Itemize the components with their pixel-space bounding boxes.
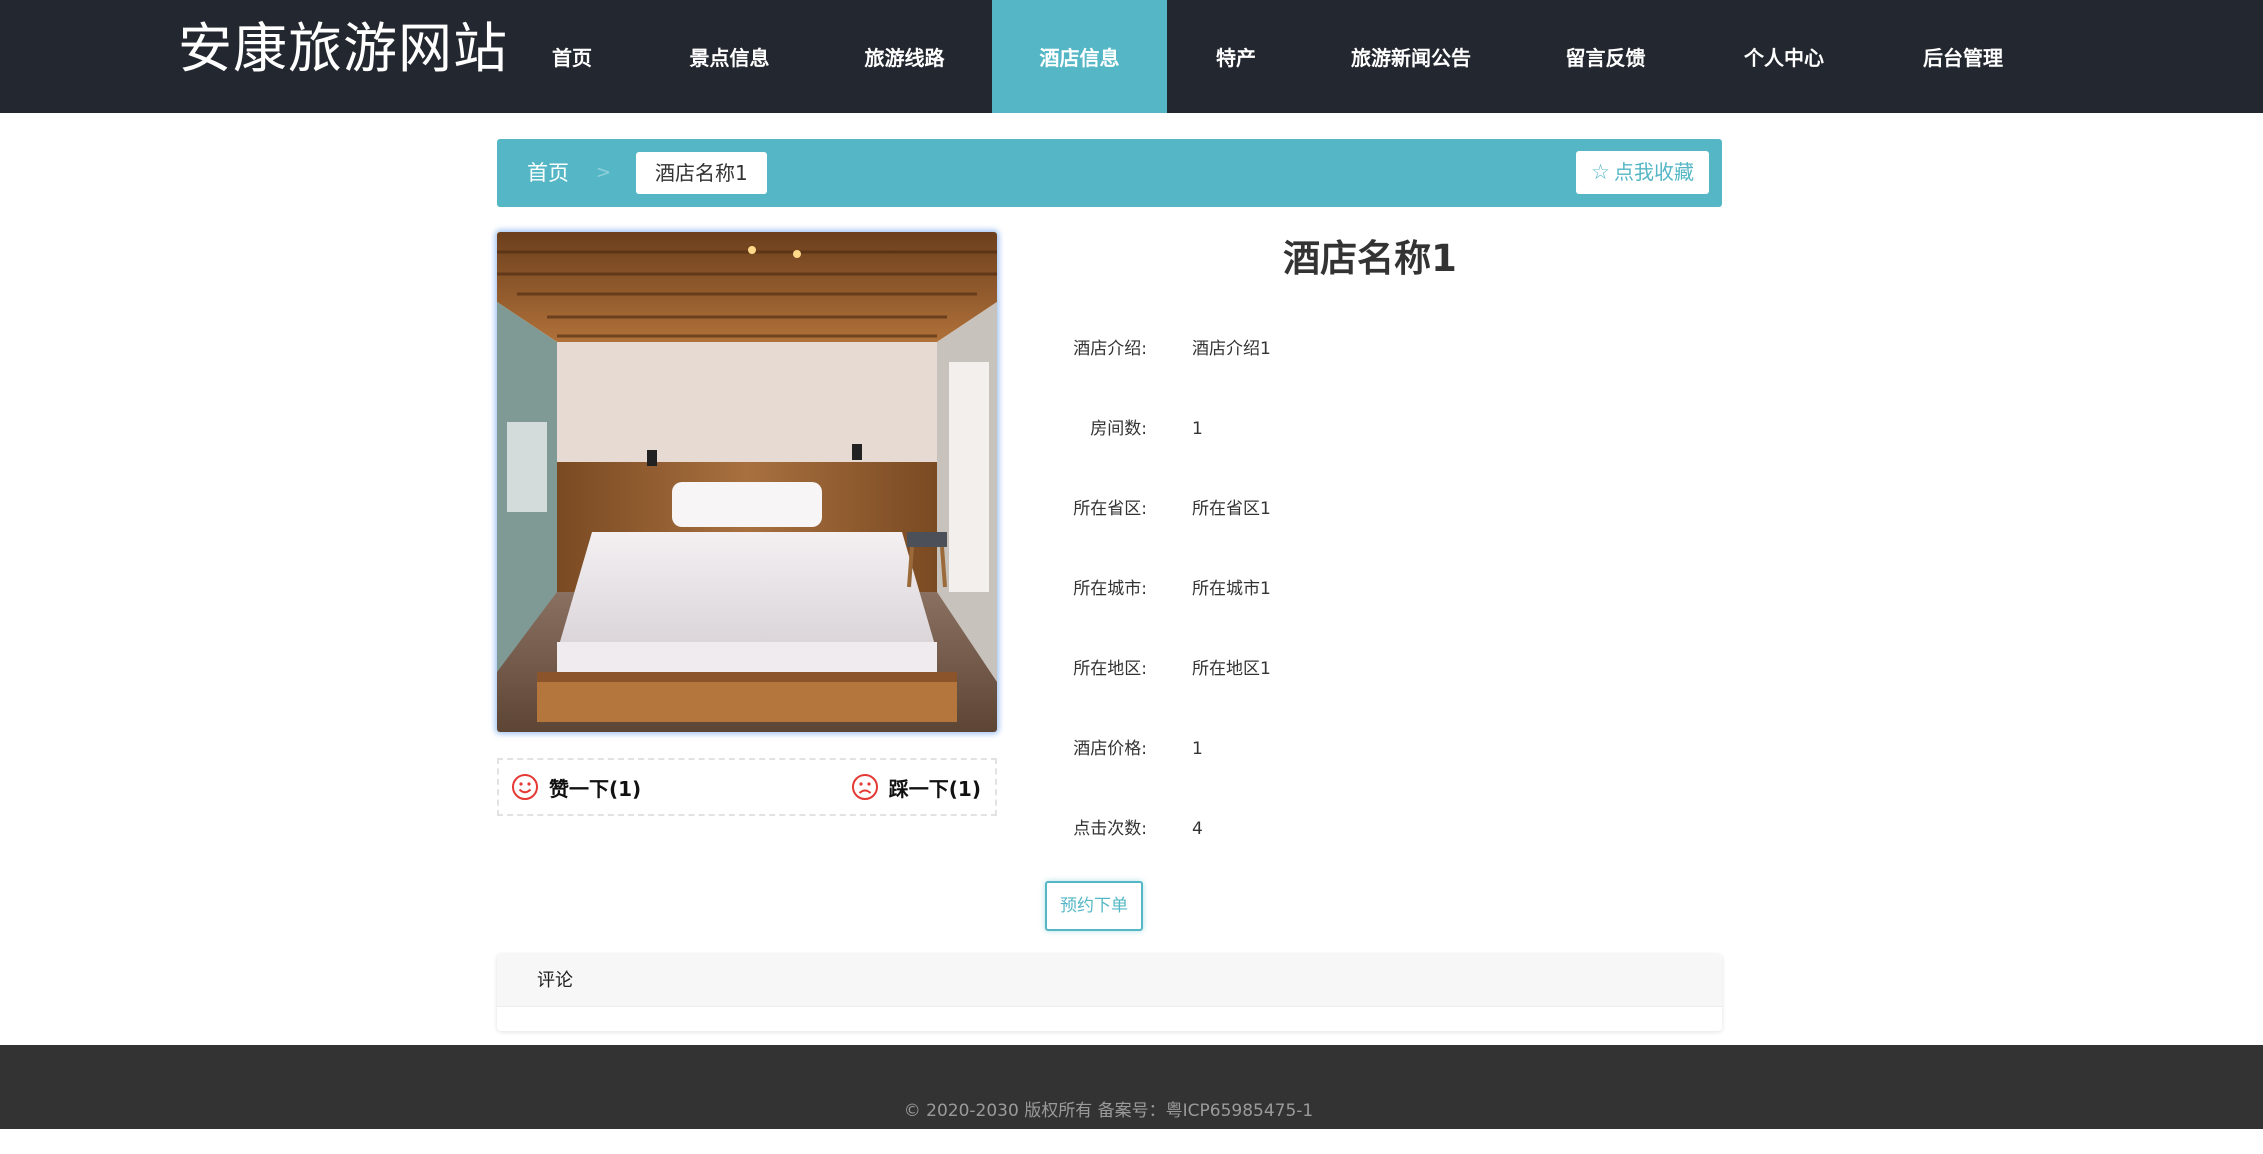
breadcrumb-home-link[interactable]: 首页 [527, 139, 569, 207]
footer-copyright: © 2020-2030 版权所有 备案号：粤ICP65985475-1 [903, 1101, 1314, 1121]
field-value: 所在省区1 [1192, 499, 1271, 519]
field-label: 房间数: [1090, 419, 1147, 439]
field-value: 1 [1192, 419, 1203, 439]
field-label: 所在城市: [1073, 579, 1147, 599]
book-order-button[interactable]: 预约下单 [1045, 881, 1143, 931]
favorite-button[interactable]: ☆ 点我收藏 [1576, 151, 1709, 194]
field-value: 所在城市1 [1192, 579, 1271, 599]
field-value: 酒店介绍1 [1192, 339, 1271, 359]
field-value: 所在地区1 [1192, 659, 1271, 679]
nav-item-hotels[interactable]: 酒店信息 [992, 0, 1167, 113]
hotel-photo [497, 232, 997, 732]
nav-item-home[interactable]: 首页 [502, 0, 642, 113]
nav-item-specialties[interactable]: 特产 [1167, 0, 1305, 113]
star-outline-icon: ☆ [1591, 160, 1610, 184]
hotel-title: 酒店名称1 [1283, 237, 1457, 280]
field-value: 4 [1192, 819, 1203, 839]
hotel-room-image [497, 232, 997, 732]
nav-item-feedback[interactable]: 留言反馈 [1517, 0, 1694, 113]
like-label: 赞一下(1) [549, 776, 642, 801]
field-label: 所在省区: [1073, 499, 1147, 519]
nav-item-attractions[interactable]: 景点信息 [642, 0, 817, 113]
field-label: 酒店价格: [1073, 739, 1147, 759]
top-navigation-bar: 安康旅游网站 首页 景点信息 旅游线路 酒店信息 特产 旅游新闻公告 留言反馈 … [0, 0, 2263, 113]
vote-panel: 赞一下(1) 踩一下(1) [497, 758, 997, 816]
comments-panel: 评论 [497, 954, 1722, 1031]
comments-heading: 评论 [497, 954, 1722, 1007]
footer: © 2020-2030 版权所有 备案号：粤ICP65985475-1 [0, 1045, 2263, 1129]
field-label: 所在地区: [1073, 659, 1147, 679]
site-title[interactable]: 安康旅游网站 [178, 14, 508, 84]
nav-item-admin[interactable]: 后台管理 [1874, 0, 2052, 113]
nav-item-profile[interactable]: 个人中心 [1694, 0, 1874, 113]
smile-face-icon [512, 774, 538, 800]
dislike-button[interactable]: 踩一下(1) [851, 760, 981, 814]
favorite-button-label: 点我收藏 [1614, 160, 1694, 184]
breadcrumb-separator: > [596, 162, 612, 183]
footer-bottom-strip [0, 1129, 2263, 1154]
field-label: 点击次数: [1073, 819, 1147, 839]
nav-item-routes[interactable]: 旅游线路 [817, 0, 992, 113]
dislike-label: 踩一下(1) [888, 776, 981, 801]
main-nav: 首页 景点信息 旅游线路 酒店信息 特产 旅游新闻公告 留言反馈 个人中心 后台… [502, 0, 2052, 113]
field-label: 酒店介绍: [1073, 339, 1147, 359]
like-button[interactable]: 赞一下(1) [511, 760, 641, 814]
field-value: 1 [1192, 739, 1203, 759]
breadcrumb: 首页 > 酒店名称1 ☆ 点我收藏 [497, 139, 1722, 207]
sad-face-icon [851, 774, 878, 800]
nav-item-news[interactable]: 旅游新闻公告 [1305, 0, 1517, 113]
breadcrumb-current: 酒店名称1 [636, 152, 767, 194]
